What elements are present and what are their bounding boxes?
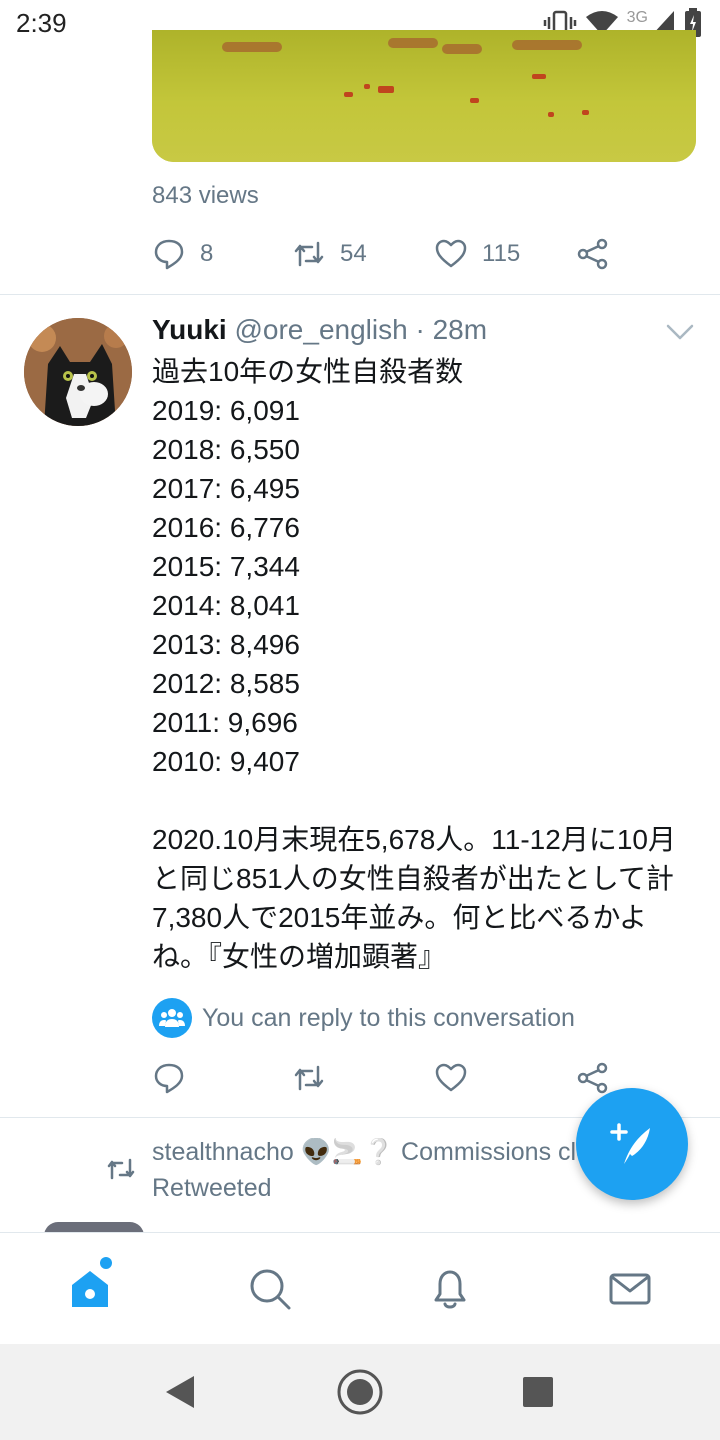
retweet-count: 54 <box>340 240 367 267</box>
avatar[interactable] <box>24 318 132 426</box>
messages-icon[interactable] <box>608 1267 652 1311</box>
retweeter-name[interactable]: stealthnacho 👽🚬❔ Commissions clo <box>152 1138 632 1167</box>
share-icon <box>577 238 608 270</box>
prev-tweet-actions: 8 54 115 <box>152 234 672 274</box>
share-button[interactable] <box>576 237 610 271</box>
like-icon <box>435 1063 467 1092</box>
recents-icon[interactable] <box>522 1376 554 1408</box>
tweet-actions <box>152 1058 672 1098</box>
compose-tweet-button[interactable] <box>576 1088 688 1200</box>
tweet-divider <box>0 294 720 295</box>
reply-icon <box>154 1063 184 1094</box>
retweet-button[interactable]: 54 <box>292 237 434 271</box>
like-count: 115 <box>482 240 521 267</box>
author-name[interactable]: Yuuki <box>152 314 227 345</box>
retweet-icon <box>107 1158 135 1180</box>
header-separator: · <box>415 314 425 345</box>
author-handle[interactable]: @ore_english <box>234 314 407 345</box>
tweet-media-image[interactable] <box>152 30 696 162</box>
like-button[interactable]: 115 <box>434 237 576 271</box>
cat-avatar-image <box>24 318 132 426</box>
reply-button[interactable] <box>152 1061 292 1095</box>
like-icon <box>435 239 467 268</box>
tweet-time: 28m <box>432 314 488 345</box>
back-icon[interactable] <box>162 1372 196 1412</box>
people-icon <box>152 998 192 1038</box>
retweet-icon <box>294 241 324 267</box>
home-unread-dot <box>100 1257 112 1269</box>
status-time: 2:39 <box>16 8 67 38</box>
system-navigation-bar <box>0 1344 720 1440</box>
reply-count: 8 <box>200 240 214 267</box>
home-circle-icon[interactable] <box>336 1368 384 1416</box>
chevron-down-icon[interactable] <box>664 318 696 346</box>
tweet-text: 過去10年の女性自殺者数 2019: 6,091 2018: 6,550 201… <box>152 356 676 972</box>
retweeted-label: Retweeted <box>152 1174 272 1202</box>
home-icon[interactable] <box>68 1267 112 1311</box>
share-button[interactable] <box>576 1061 610 1095</box>
network-type: 3G <box>626 9 648 26</box>
reply-button[interactable]: 8 <box>152 237 292 271</box>
reply-icon <box>154 239 184 270</box>
retweet-icon <box>294 1065 324 1091</box>
media-picture <box>152 30 696 162</box>
reply-note-text: You can reply to this conversation <box>202 1003 575 1032</box>
notifications-icon[interactable] <box>428 1267 472 1311</box>
conversation-reply-note: You can reply to this conversation <box>152 998 575 1038</box>
view-count: 843 views <box>152 182 259 209</box>
tweet-header: Yuuki @ore_english · 28m <box>152 314 487 346</box>
like-button[interactable] <box>434 1061 576 1095</box>
bottom-nav <box>0 1232 720 1344</box>
compose-icon <box>610 1123 650 1164</box>
retweet-button[interactable] <box>292 1061 434 1095</box>
share-icon <box>577 1062 608 1094</box>
search-icon[interactable] <box>248 1267 292 1311</box>
